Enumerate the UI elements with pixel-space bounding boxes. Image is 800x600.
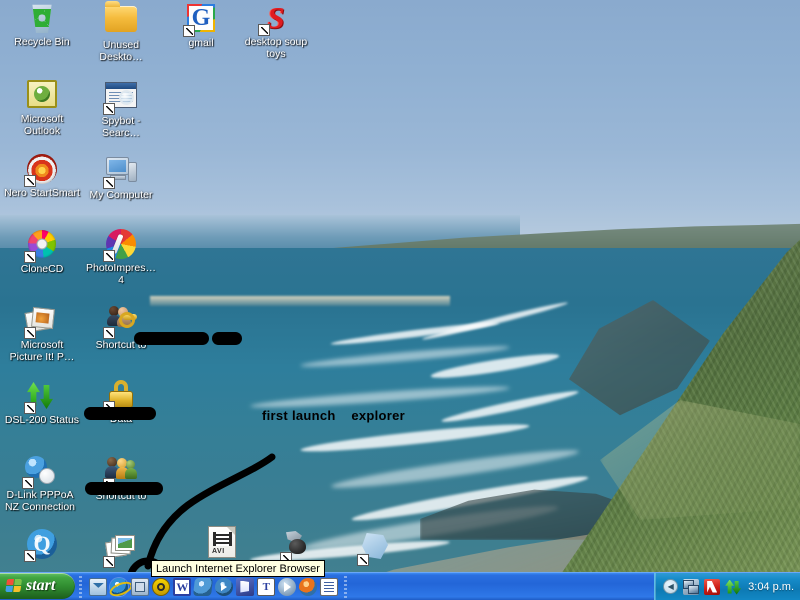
desktop-icon-shortcut-to-redacted-2[interactable]: Shortcut to bbox=[83, 453, 159, 503]
system-tray: 3:04 p.m. bbox=[654, 572, 800, 600]
desktop-icon-blue-item-shortcut[interactable] bbox=[337, 530, 413, 567]
windows-flag-icon bbox=[5, 578, 23, 594]
tool-shortcut-icon bbox=[280, 531, 314, 564]
desktop-icon-quicktime[interactable] bbox=[4, 528, 80, 563]
shortcut-arrow-icon bbox=[103, 556, 115, 568]
quick-launch-real-player-icon[interactable] bbox=[215, 577, 234, 596]
quick-launch-outlook-express-icon[interactable] bbox=[89, 577, 108, 596]
photos-icon bbox=[103, 535, 137, 568]
redaction-bar bbox=[134, 332, 209, 345]
quick-launch-microsoft-word-icon[interactable] bbox=[173, 577, 192, 596]
desktop-icon-label: Microsoft Outlook bbox=[20, 113, 64, 137]
tray-expand-chevron-icon[interactable] bbox=[663, 579, 679, 594]
microsoft-outlook-icon bbox=[26, 80, 58, 112]
network-connection-icon[interactable] bbox=[683, 578, 700, 595]
desktop-icon-gmail[interactable]: gmail bbox=[163, 2, 239, 50]
quicktime-icon bbox=[24, 529, 58, 562]
folder-icon bbox=[105, 1, 137, 38]
quick-launch-winamp-icon[interactable] bbox=[152, 577, 171, 596]
blue-item-shortcut-icon bbox=[357, 533, 391, 566]
redaction-bar bbox=[212, 332, 242, 345]
shortcut-people-key-icon bbox=[103, 306, 137, 339]
desktop-icon-label: CloneCD bbox=[20, 263, 64, 275]
annotation-caption: first launch explorer bbox=[262, 408, 406, 423]
desktop-icon-label: PhotoImpres… 4 bbox=[85, 262, 157, 286]
taskbar-grip[interactable] bbox=[342, 575, 351, 598]
my-computer-icon bbox=[103, 156, 137, 189]
quick-launch-internet-explorer-icon[interactable] bbox=[110, 577, 129, 596]
clonecd-icon bbox=[24, 230, 58, 263]
start-button-label: start bbox=[26, 577, 56, 594]
desktop-icon-label: My Computer bbox=[89, 189, 153, 201]
quick-launch-firefox-icon[interactable] bbox=[299, 577, 318, 596]
dsl-200-status-icon bbox=[24, 381, 58, 414]
desktop-icon-unused-desktop-shortcuts[interactable]: Unused Deskto… bbox=[83, 1, 159, 63]
desktop-icon-photoimpression[interactable]: PhotoImpres… 4 bbox=[83, 228, 159, 286]
shortcut-arrow-icon bbox=[258, 24, 270, 36]
desktop-icon-label: Recycle Bin bbox=[14, 36, 70, 48]
redaction-bar bbox=[84, 407, 156, 420]
start-button[interactable]: start bbox=[0, 573, 76, 599]
spybot-icon bbox=[103, 82, 137, 115]
desktop-icon-desktop-soup-toys[interactable]: desktop soup toys bbox=[238, 2, 314, 60]
shortcut-arrow-icon bbox=[103, 103, 115, 115]
quick-launch-show-desktop-icon[interactable] bbox=[131, 577, 150, 596]
gmail-icon bbox=[183, 4, 217, 37]
tray-clock[interactable]: 3:04 p.m. bbox=[746, 581, 794, 593]
quick-launch-media-player-icon[interactable] bbox=[278, 577, 297, 596]
photoimpression-icon bbox=[103, 229, 137, 262]
shortcut-arrow-icon bbox=[103, 327, 115, 339]
shortcut-arrow-icon bbox=[22, 477, 34, 489]
shortcut-arrow-icon bbox=[357, 554, 369, 566]
desktop-icon-microsoft-picture-it[interactable]: Microsoft Picture It! P… bbox=[4, 303, 80, 363]
shortcut-arrow-icon bbox=[103, 177, 115, 189]
desktop-icon-photos[interactable] bbox=[83, 530, 159, 569]
desktop-icon-nero-startsmart[interactable]: Nero StartSmart bbox=[4, 153, 80, 200]
desktop-icon-label: Nero StartSmart bbox=[4, 187, 80, 199]
quick-launch-grip[interactable] bbox=[77, 575, 86, 598]
recycle-bin-icon bbox=[26, 3, 58, 35]
antivirus-shield-icon[interactable] bbox=[704, 578, 721, 595]
shortcut-arrow-icon bbox=[103, 250, 115, 262]
microsoft-picture-it-icon bbox=[24, 306, 58, 339]
desktop-icon-recycle-bin[interactable]: Recycle Bin bbox=[4, 2, 80, 49]
desktop-icon-avi-file[interactable]: AVI bbox=[184, 526, 260, 560]
shortcut-arrow-icon bbox=[183, 25, 195, 37]
desktop-screen: Recycle Bin Unused Deskto… gmail desktop… bbox=[0, 0, 800, 600]
shortcut-arrow-icon bbox=[24, 402, 36, 414]
quick-launch-notepad-icon[interactable] bbox=[320, 577, 339, 596]
shortcut-arrow-icon bbox=[24, 550, 36, 562]
nero-startsmart-icon bbox=[24, 154, 58, 187]
desktop-icon-label: Spybot - Searc… bbox=[101, 115, 141, 139]
quick-launch-msn-messenger-icon[interactable] bbox=[193, 577, 214, 596]
wallpaper-far-beach bbox=[150, 296, 450, 306]
quick-launch-text-tool-icon[interactable] bbox=[257, 577, 276, 596]
redaction-bar bbox=[85, 482, 163, 495]
desktop-icon-clonecd[interactable]: CloneCD bbox=[4, 228, 80, 276]
desktop-icon-label: gmail bbox=[188, 37, 214, 49]
desktop-soup-toys-icon bbox=[258, 3, 292, 36]
shortcut-arrow-icon bbox=[24, 327, 36, 339]
desktop-icon-label: Unused Deskto… bbox=[99, 39, 143, 63]
quick-launch-bar bbox=[87, 575, 340, 599]
ie-tooltip: Launch Internet Explorer Browser bbox=[151, 560, 325, 577]
desktop-icon-label: DSL-200 Status bbox=[4, 414, 80, 426]
avi-file-icon: AVI bbox=[206, 526, 238, 558]
shortcut-arrow-icon bbox=[24, 251, 36, 263]
shortcut-arrow-icon bbox=[24, 175, 36, 187]
desktop-icon-d-link-connection[interactable]: D-Link PPPoA NZ Connection bbox=[2, 453, 78, 513]
desktop-icon-label: Microsoft Picture It! P… bbox=[9, 339, 75, 363]
desktop-icon-microsoft-outlook[interactable]: Microsoft Outlook bbox=[4, 78, 80, 137]
desktop-icon-dsl-200-status[interactable]: DSL-200 Status bbox=[4, 378, 80, 427]
desktop-icon-label: D-Link PPPoA NZ Connection bbox=[4, 489, 76, 513]
desktop-icon-label: desktop soup toys bbox=[244, 36, 308, 60]
d-link-connection-icon bbox=[22, 456, 56, 489]
desktop-icon-my-computer[interactable]: My Computer bbox=[83, 153, 159, 202]
taskbar: start 3:04 p.m. bbox=[0, 572, 800, 600]
quick-launch-office-icon[interactable] bbox=[236, 577, 255, 596]
network-activity-icon[interactable] bbox=[725, 579, 741, 595]
desktop-icon-spybot[interactable]: Spybot - Searc… bbox=[83, 78, 159, 139]
